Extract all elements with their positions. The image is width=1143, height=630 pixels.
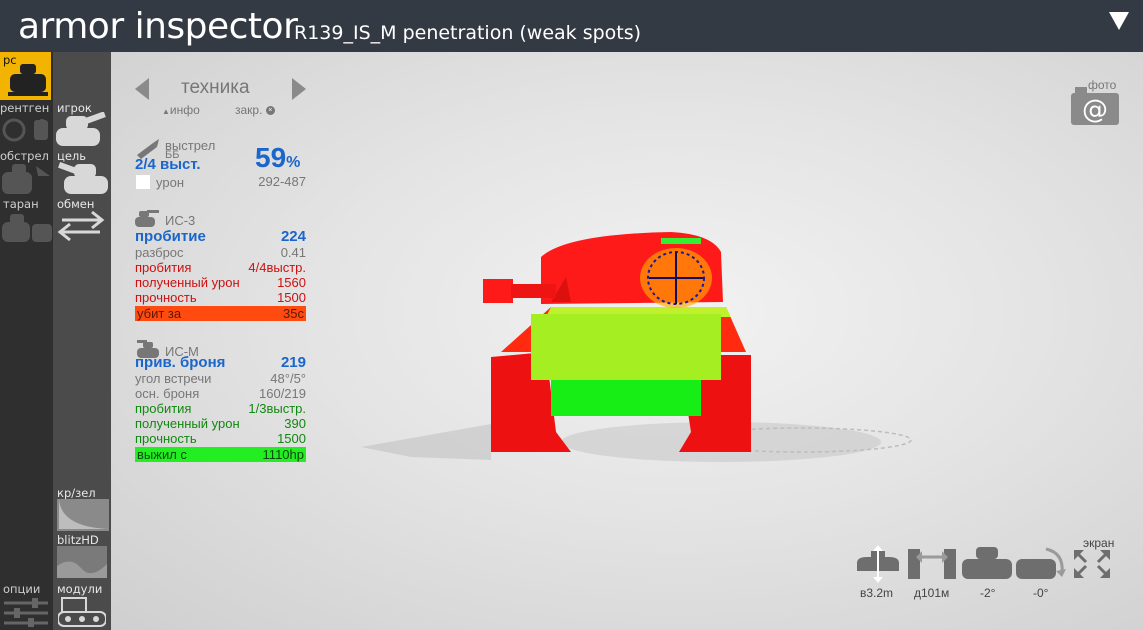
camera-yaw-icon[interactable] bbox=[1016, 545, 1070, 581]
shot-count[interactable]: 2/4 выст. bbox=[135, 156, 201, 173]
defender-hp-label: прочность bbox=[135, 431, 197, 446]
sliders-icon[interactable] bbox=[4, 597, 48, 627]
sidebar-item-options-label[interactable]: опции bbox=[3, 582, 40, 596]
attacker-name: ИС-3 bbox=[165, 213, 196, 228]
vehicle-code: R139_IS_M bbox=[294, 22, 397, 44]
sidebar-item-ram-label[interactable]: таран bbox=[3, 197, 39, 211]
sidebar-item-swap-label[interactable]: обмен bbox=[57, 197, 94, 211]
penetration-chance: 59% bbox=[255, 142, 300, 174]
mode-subtitle: R139_IS_M penetration (weak spots) bbox=[294, 22, 641, 44]
viewport-3d[interactable]: фото @ экран в3.2m д101м -2° -0° bbox=[111, 52, 1143, 630]
hull-lower bbox=[551, 380, 701, 416]
sidebar-item-shelling-label[interactable]: обстрел bbox=[0, 149, 49, 163]
defender-damage-taken-value: 390 bbox=[284, 416, 306, 431]
mode-label: penetration (weak spots) bbox=[402, 22, 642, 44]
defender-hp-value: 1500 bbox=[277, 431, 306, 446]
app-title: armor inspector bbox=[18, 6, 298, 47]
red-green-icon[interactable] bbox=[57, 499, 109, 531]
vehicle-prev-button[interactable] bbox=[135, 78, 149, 100]
defender-angle-value: 48°/5° bbox=[270, 371, 306, 386]
gun-muzzle bbox=[483, 279, 513, 303]
camera-pitch-icon[interactable] bbox=[962, 545, 1012, 581]
penetration-chance-unit: % bbox=[286, 154, 301, 171]
vehicle-close-button[interactable]: закр. × bbox=[235, 103, 275, 117]
attacker-hp-label: прочность bbox=[135, 290, 197, 305]
turret-hatch bbox=[661, 238, 701, 244]
defender-result-label: выжил с bbox=[137, 447, 187, 462]
defender-base-armor-label: осн. броня bbox=[135, 386, 200, 401]
vehicle-close-label: закр. bbox=[235, 103, 263, 117]
player-tank-icon[interactable] bbox=[56, 112, 108, 148]
damage-label: урон bbox=[156, 175, 184, 190]
sidebar-item-xray-label[interactable]: рентген bbox=[0, 101, 49, 115]
gun-barrel bbox=[511, 284, 556, 298]
close-x-icon: × bbox=[265, 106, 275, 116]
sidebar-item-blitz-hd-label[interactable]: blitzHD bbox=[57, 533, 99, 547]
xray-icon[interactable] bbox=[2, 114, 52, 148]
defender-base-armor-value: 160/219 bbox=[259, 386, 306, 401]
gun-shadow bbox=[361, 424, 491, 460]
attacker-tank-icon bbox=[135, 210, 159, 227]
defender-eff-armor-value: 219 bbox=[280, 354, 306, 371]
attacker-pens-value: 4/4выстр. bbox=[248, 260, 306, 275]
tank-render bbox=[361, 232, 912, 462]
attacker-result-label: убит за bbox=[137, 306, 182, 321]
attacker-penetration-label: пробитие bbox=[135, 228, 206, 245]
menu-dropdown-icon[interactable] bbox=[1109, 12, 1129, 30]
camera-distance-value: д101м bbox=[914, 586, 950, 600]
defender-pens-label: пробития bbox=[135, 401, 192, 416]
camera-yaw-value: -0° bbox=[1033, 586, 1049, 600]
fullscreen-icon[interactable] bbox=[1072, 548, 1112, 580]
defender-angle-label: угол встречи bbox=[135, 371, 212, 386]
caret-up-icon: ▲ bbox=[162, 107, 170, 116]
defender-result-value: 1110hp bbox=[262, 447, 304, 462]
target-tank-icon[interactable] bbox=[58, 160, 108, 196]
penetration-chance-value: 59 bbox=[255, 142, 287, 173]
camera-height-icon[interactable] bbox=[853, 545, 903, 583]
camera-pitch-value: -2° bbox=[980, 586, 996, 600]
sidebar-item-modules-label[interactable]: модули bbox=[57, 582, 102, 596]
attacker-penetration-value: 224 bbox=[280, 228, 306, 245]
shelling-icon[interactable] bbox=[2, 162, 52, 196]
title-bar: armor inspector R139_IS_M penetration (w… bbox=[0, 0, 1143, 52]
hull-front bbox=[531, 314, 721, 380]
tank-icon bbox=[8, 64, 48, 96]
swap-arrows-icon[interactable] bbox=[56, 210, 106, 242]
attacker-damage-taken-value: 1560 bbox=[277, 275, 306, 290]
damage-range: 292-487 bbox=[258, 174, 306, 189]
vehicle-next-button[interactable] bbox=[292, 78, 306, 100]
hd-texture-icon[interactable] bbox=[57, 546, 107, 578]
damage-color-swatch bbox=[136, 175, 150, 189]
sidebar-item-red-green-label[interactable]: кр/зел bbox=[57, 486, 96, 500]
camera-height-value: в3.2m bbox=[860, 586, 894, 600]
camera-distance-icon[interactable] bbox=[908, 545, 956, 581]
attacker-result-value: 35с bbox=[283, 306, 304, 321]
attacker-hp-value: 1500 bbox=[277, 290, 306, 305]
vehicle-nav-label: техника bbox=[181, 77, 250, 98]
camera-icon[interactable]: @ bbox=[1071, 87, 1119, 125]
modules-icon[interactable] bbox=[58, 596, 106, 628]
ram-icon[interactable] bbox=[2, 210, 52, 244]
svg-text:@: @ bbox=[1082, 95, 1108, 125]
attacker-dispersion-value: 0.41 bbox=[280, 245, 306, 260]
defender-pens-value: 1/3выстр. bbox=[248, 401, 306, 416]
vehicle-info-button[interactable]: ▲инфо bbox=[162, 103, 200, 117]
attacker-dispersion-label: разброс bbox=[135, 245, 184, 260]
vehicle-info-label: инфо bbox=[169, 103, 200, 117]
attacker-pens-label: пробития bbox=[135, 260, 192, 275]
